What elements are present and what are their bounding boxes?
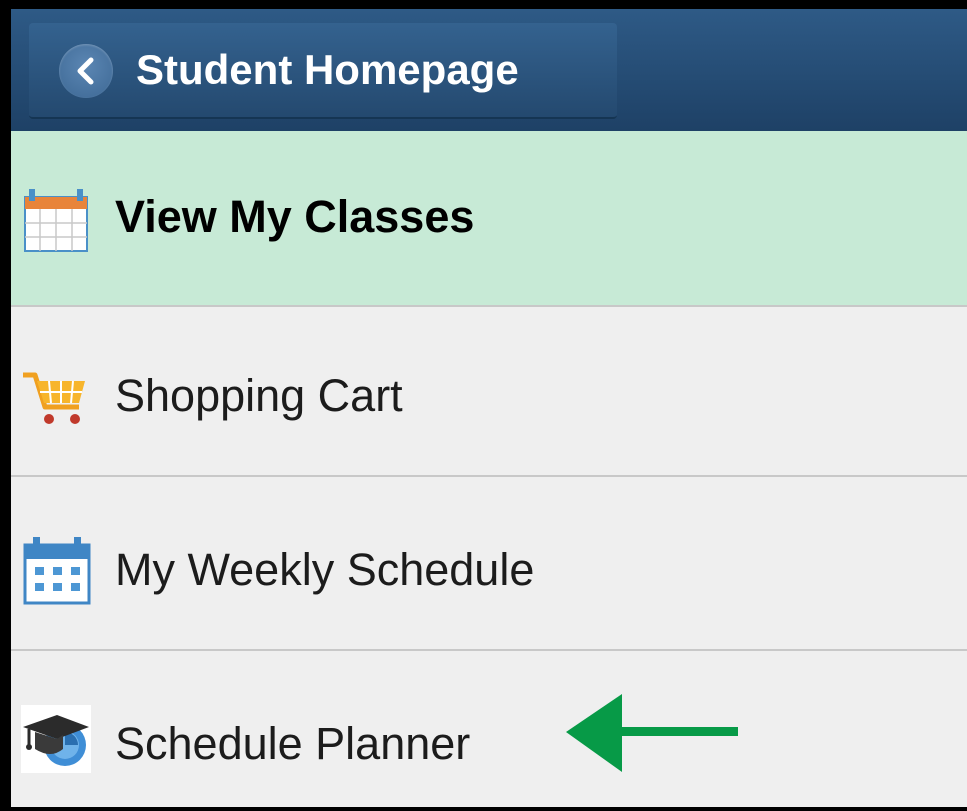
menu-item-my-weekly-schedule[interactable]: My Weekly Schedule: [11, 477, 967, 649]
menu-item-label: Shopping Cart: [115, 370, 403, 421]
menu-item-schedule-planner[interactable]: Schedule Planner: [11, 651, 967, 807]
app-frame: Student Homepage View My Classes Shoppin…: [11, 9, 967, 807]
back-button-label: Student Homepage: [136, 46, 519, 93]
menu-item-view-my-classes[interactable]: View My Classes: [11, 131, 967, 305]
chevron-left-icon: [59, 44, 113, 98]
menu-item-label: Schedule Planner: [115, 718, 471, 769]
back-button[interactable]: Student Homepage: [29, 23, 617, 119]
menu-item-label: View My Classes: [115, 191, 475, 242]
shopping-cart-icon: [23, 369, 89, 432]
graduation-cap-icon: [21, 705, 91, 773]
menu-item-label: My Weekly Schedule: [115, 544, 535, 595]
weekly-calendar-icon: [23, 535, 91, 610]
header-bar: Student Homepage: [11, 9, 967, 131]
calendar-icon: [23, 187, 89, 258]
menu-item-shopping-cart[interactable]: Shopping Cart: [11, 307, 967, 475]
arrow-left-icon: [566, 694, 738, 772]
